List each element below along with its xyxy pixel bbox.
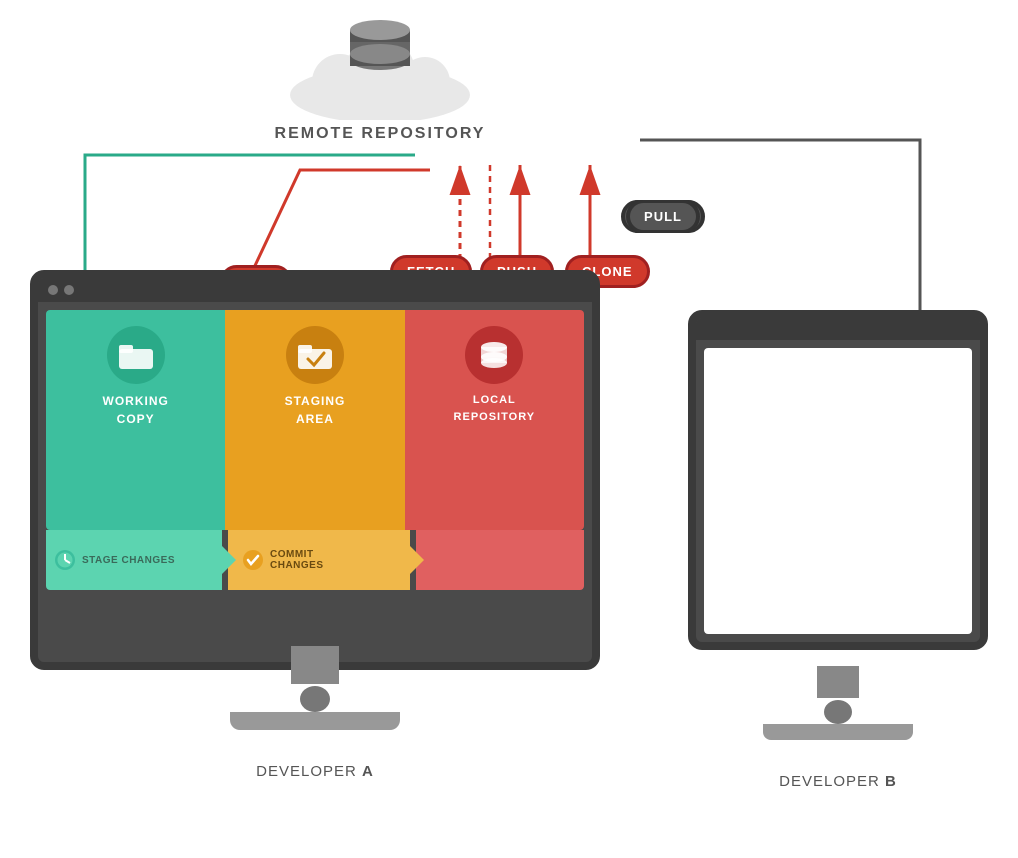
local-repo-section: LOCAL REPOSITORY bbox=[405, 310, 584, 530]
commit-changes-label: COMMIT CHANGES bbox=[270, 549, 324, 571]
cloud-icon bbox=[280, 20, 480, 120]
stage-changes-bar: STAGE CHANGES bbox=[46, 530, 222, 590]
monitor-b: DEVELOPER B bbox=[688, 310, 988, 740]
remote-repository-area: REMOTE REPOSITORY bbox=[255, 20, 505, 143]
stage-changes-label: STAGE CHANGES bbox=[82, 555, 175, 566]
diagram-container: REMOTE REPOSITORY PULL FETCH PUSH CLONE … bbox=[0, 0, 1018, 858]
commit-changes-bar: COMMIT CHANGES bbox=[228, 530, 410, 590]
working-copy-title: WORKING COPY bbox=[103, 392, 169, 428]
remote-repo-label: REMOTE REPOSITORY bbox=[275, 125, 486, 143]
pull-b-badge: PULL bbox=[627, 200, 699, 233]
developer-a-label: DEVELOPER A bbox=[30, 763, 600, 780]
working-copy-section: WORKING COPY bbox=[46, 310, 225, 530]
monitor-a: WORKING COPY STAGING AREA bbox=[30, 270, 600, 730]
staging-area-section: STAGING AREA bbox=[225, 310, 404, 530]
local-repo-bottom bbox=[416, 530, 584, 590]
developer-b-label: DEVELOPER B bbox=[688, 773, 988, 790]
local-repo-title: LOCAL REPOSITORY bbox=[454, 392, 536, 425]
staging-area-title: STAGING AREA bbox=[285, 392, 346, 428]
